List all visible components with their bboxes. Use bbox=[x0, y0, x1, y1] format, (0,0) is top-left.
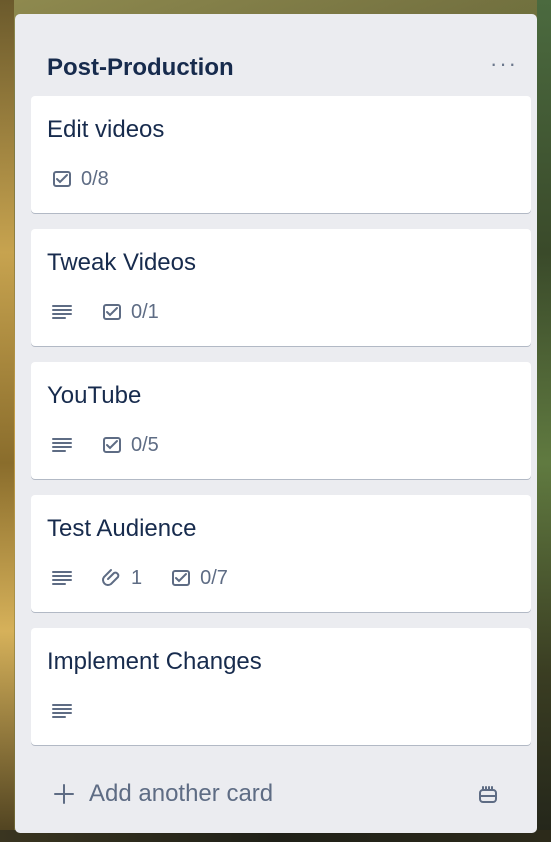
checklist-badge: 0/8 bbox=[51, 168, 109, 191]
card-title: YouTube bbox=[47, 382, 142, 409]
description-icon bbox=[51, 301, 73, 323]
attachment-count: 1 bbox=[131, 566, 143, 589]
checklist-count: 0/8 bbox=[81, 167, 109, 190]
card[interactable]: YouTube 0/5 bbox=[31, 362, 531, 479]
card-title: Test Audience bbox=[47, 515, 197, 542]
checklist-count: 0/5 bbox=[131, 433, 159, 456]
card-badges: 0/5 bbox=[51, 432, 187, 458]
card[interactable]: Test Audience 1 0/7 bbox=[31, 495, 531, 612]
description-icon bbox=[51, 434, 73, 456]
checklist-badge: 0/5 bbox=[101, 434, 159, 457]
checklist-count: 0/1 bbox=[131, 300, 159, 323]
checklist-count: 0/7 bbox=[200, 566, 228, 589]
add-card-label: Add another card bbox=[89, 780, 274, 807]
list-post-production: Post-Production ··· Edit videos 0/8 Tweak … bbox=[15, 14, 537, 833]
card[interactable]: Edit videos 0/8 bbox=[31, 96, 531, 213]
card-title: Edit videos bbox=[47, 116, 165, 143]
checklist-badge: 0/7 bbox=[170, 567, 228, 590]
plus-icon bbox=[54, 784, 74, 804]
card[interactable]: Implement Changes bbox=[31, 628, 531, 745]
board-background-right bbox=[537, 0, 551, 842]
description-icon bbox=[51, 700, 73, 722]
card[interactable]: Tweak Videos 0/1 bbox=[31, 229, 531, 346]
add-card-button[interactable]: Add another card bbox=[31, 774, 521, 814]
description-icon bbox=[51, 567, 73, 589]
card-title: Implement Changes bbox=[47, 648, 262, 675]
card-template-icon[interactable] bbox=[477, 784, 499, 806]
checklist-badge: 0/1 bbox=[101, 301, 159, 324]
list-title[interactable]: Post-Production bbox=[47, 54, 234, 82]
board-background-left bbox=[0, 0, 14, 842]
card-badges: 0/1 bbox=[51, 299, 187, 325]
card-title: Tweak Videos bbox=[47, 249, 196, 276]
list-menu-button[interactable]: ··· bbox=[486, 46, 522, 82]
card-badges: 1 0/7 bbox=[51, 565, 256, 591]
attachment-badge: 1 bbox=[101, 567, 142, 590]
card-badges bbox=[51, 698, 101, 724]
card-badges: 0/8 bbox=[51, 166, 137, 192]
